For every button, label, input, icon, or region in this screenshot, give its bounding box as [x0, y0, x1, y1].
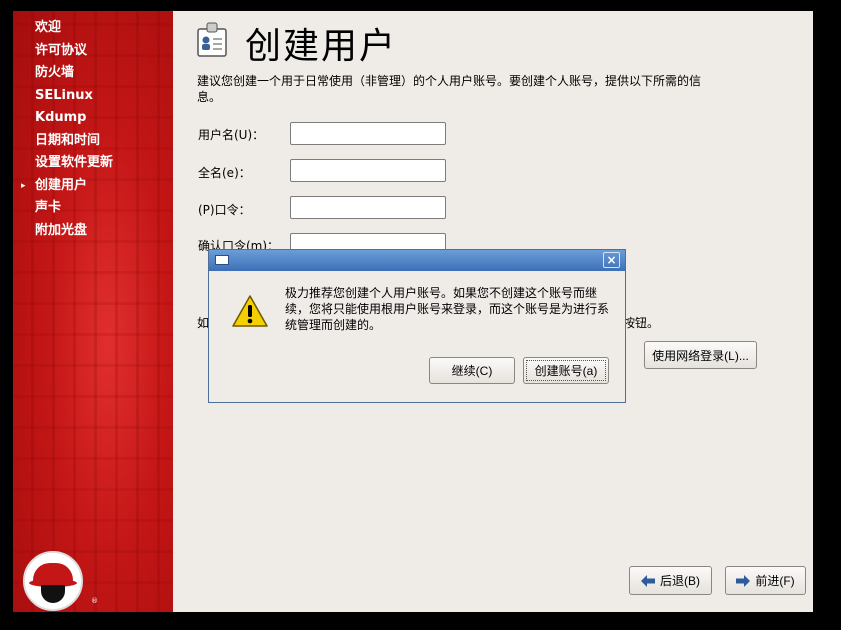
- password-input[interactable]: [290, 196, 446, 219]
- sidebar-item-label: Kdump: [35, 110, 87, 125]
- sidebar-item-welcome: 欢迎: [35, 17, 113, 40]
- redhat-logo: [23, 551, 83, 611]
- forward-label: 前进(F): [755, 574, 795, 588]
- sidebar-item-label: 声卡: [35, 200, 62, 215]
- user-card-icon: [197, 22, 227, 57]
- back-arrow-icon: [641, 574, 655, 587]
- sidebar-item-firewall: 防火墙: [35, 62, 113, 85]
- sidebar-item-create-user: ▸ 创建用户: [21, 175, 113, 198]
- back-button[interactable]: 后退(B): [629, 566, 712, 595]
- continue-button[interactable]: 继续(C): [429, 357, 515, 384]
- sidebar-item-label: 日期和时间: [35, 132, 101, 148]
- forward-button[interactable]: 前进(F): [725, 566, 806, 595]
- warning-icon: [232, 295, 268, 327]
- fullname-label: 全名(e)：: [198, 166, 251, 180]
- username-label: 用户名(U)：: [198, 128, 265, 142]
- dialog-message: 极力推荐您创建个人用户账号。如果您不创建这个账号而继续，您将只能使用根用户账号来…: [285, 286, 610, 332]
- sidebar-item-sound-card: 声卡: [35, 197, 113, 220]
- sidebar-step-list: 欢迎 许可协议 防火墙 SELinux Kdump 日期和时间 设置软件更新 ▸…: [21, 17, 113, 243]
- window-icon: [215, 255, 229, 265]
- sidebar-item-selinux: SELinux: [35, 85, 113, 108]
- forward-arrow-icon: [736, 574, 751, 587]
- dialog-titlebar[interactable]: ×: [209, 250, 625, 271]
- sidebar-item-label: 设置软件更新: [35, 155, 114, 170]
- obscured-text-end: 按钮。: [623, 316, 660, 330]
- fullname-input[interactable]: [290, 159, 446, 182]
- registered-mark: ®: [91, 597, 98, 605]
- sidebar-item-label: SELinux: [35, 87, 93, 103]
- sidebar-item-label: 许可协议: [35, 42, 88, 58]
- current-step-arrow-icon: ▸: [21, 180, 26, 191]
- intro-text: 建议您创建一个用于日常使用（非管理）的个人用户账号。要创建个人账号，提供以下所需…: [197, 74, 702, 104]
- back-label: 后退(B): [660, 574, 700, 588]
- sidebar: 欢迎 许可协议 防火墙 SELinux Kdump 日期和时间 设置软件更新 ▸…: [13, 11, 173, 612]
- username-input[interactable]: [290, 122, 446, 145]
- sidebar-item-date-time: 日期和时间: [35, 130, 113, 153]
- sidebar-item-license: 许可协议: [35, 40, 113, 63]
- sidebar-item-label: 创建用户: [35, 177, 88, 193]
- close-icon[interactable]: ×: [603, 252, 620, 268]
- page-title: 创建用户: [245, 26, 398, 67]
- create-account-button[interactable]: 创建账号(a): [523, 357, 609, 384]
- password-label: (P)口令：: [198, 203, 251, 217]
- sidebar-item-kdump: Kdump: [35, 107, 113, 130]
- sidebar-item-software-updates: 设置软件更新: [35, 152, 113, 175]
- network-login-button[interactable]: 使用网络登录(L)...: [644, 341, 757, 369]
- warning-dialog: × 极力推荐您创建个人用户账号。如果您不创建这个账号而继续，您将只能使用根用户账…: [208, 249, 626, 403]
- sidebar-item-additional-cds: 附加光盘: [35, 220, 113, 243]
- sidebar-item-label: 附加光盘: [35, 222, 88, 238]
- sidebar-item-label: 防火墙: [35, 65, 75, 80]
- sidebar-item-label: 欢迎: [35, 20, 62, 35]
